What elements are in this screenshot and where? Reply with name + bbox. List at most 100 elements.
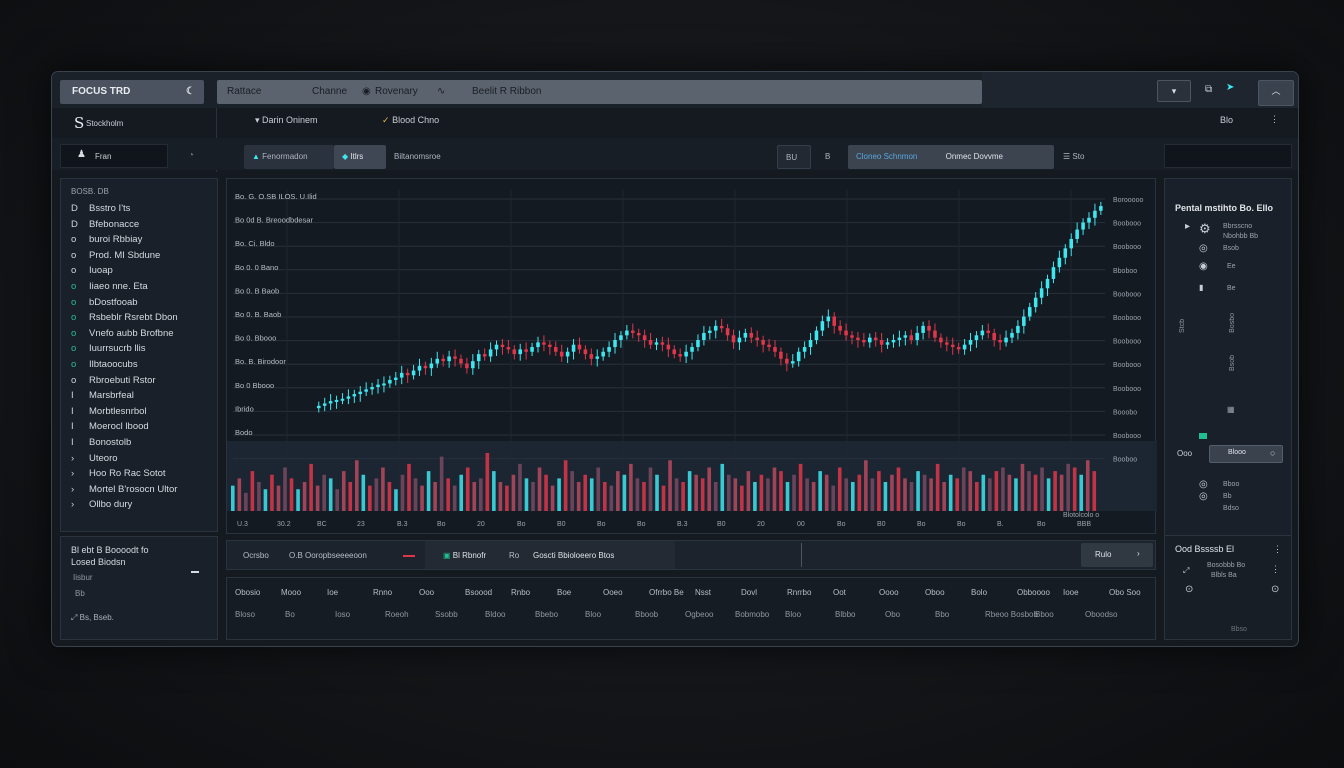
sidebar-item[interactable]: o Iuoap: [71, 265, 113, 276]
dropdown-button[interactable]: ▾: [1157, 80, 1191, 102]
nav-item-rovenary[interactable]: Rovenary: [375, 80, 418, 104]
table-header-cell[interactable]: Iooe: [1063, 588, 1079, 597]
sub-menu-1[interactable]: ▾ Darin Oninem: [255, 115, 318, 126]
table-header-cell[interactable]: Obo Soo: [1109, 588, 1141, 597]
sidebar-item[interactable]: I Marsbrfeal: [71, 390, 134, 401]
app-logo[interactable]: FOCUS TRD ☾: [60, 80, 204, 104]
candle-body: [642, 335, 647, 340]
table-header-cell[interactable]: Ooo: [419, 588, 434, 597]
sidebar-item[interactable]: I Morbtlesnrbol: [71, 406, 147, 417]
tab-onmec[interactable]: Onmec Dovvme: [946, 152, 1003, 161]
volume-bar: [857, 474, 862, 511]
tab-cloneo[interactable]: Cloneo Schnmon: [856, 152, 917, 161]
table-header-cell[interactable]: Oot: [833, 588, 846, 597]
sidebar-item[interactable]: › Mortel B'rosocn Ultor: [71, 484, 177, 495]
candle-body: [879, 340, 884, 345]
candlestick-chart[interactable]: Borooooo Boobooo Boobooo Bboboo Boobooo Boobo…: [227, 179, 1157, 535]
slider-knob[interactable]: ○: [1270, 448, 1275, 458]
table-header-cell[interactable]: Mooo: [281, 588, 301, 597]
table-header-cell[interactable]: Rnrrbo: [787, 588, 811, 597]
moon-icon[interactable]: ☾: [186, 80, 195, 104]
right-circle-icon-1[interactable]: ⊙: [1185, 584, 1193, 595]
tab-sto[interactable]: ☰ Sto: [1055, 145, 1163, 169]
sidebar-item[interactable]: o Ilbtaoocubs: [71, 359, 138, 370]
table-cell: Ssobb: [435, 610, 458, 619]
sidebar-item[interactable]: I Bonostolb: [71, 437, 131, 448]
refresh-icon[interactable]: ◔: [188, 150, 194, 161]
mini-button-1[interactable]: BU: [777, 145, 811, 169]
volume-bar: [583, 474, 588, 511]
right-more-icon-2[interactable]: ⋮: [1271, 564, 1280, 575]
copy-icon[interactable]: ⧉: [1205, 84, 1212, 95]
right-more-icon[interactable]: ⋮: [1273, 544, 1282, 555]
right-circle-icon-2[interactable]: ⊙: [1271, 584, 1279, 595]
send-icon[interactable]: ➤: [1226, 82, 1246, 96]
sidebar-item[interactable]: o Prod. MI Sbdune: [71, 250, 160, 261]
sidebar-item[interactable]: o Rsbeblr Rsrebt Dbon: [71, 312, 178, 323]
sidebar-item[interactable]: D Bsstro I'ts: [71, 203, 130, 214]
sidebar-item[interactable]: I Moerocl lbood: [71, 421, 149, 432]
table-header-cell[interactable]: Nsst: [695, 588, 711, 597]
brand-mark: S: [74, 114, 85, 132]
bottom-tab-1[interactable]: Ocrsbo: [243, 551, 269, 560]
toolbar-right-box[interactable]: [1164, 144, 1292, 168]
sidebar-item[interactable]: › Ollbo dury: [71, 499, 132, 510]
right-list-2: Bb: [1223, 493, 1232, 500]
table-header-cell[interactable]: Ooeo: [603, 588, 623, 597]
minus-icon[interactable]: [191, 571, 199, 573]
volume-bar: [400, 474, 405, 511]
sidebar-item[interactable]: o buroi Rbbiay: [71, 234, 142, 245]
table-header-cell[interactable]: Ofrrbo Be: [649, 588, 684, 597]
sidebar-item[interactable]: o bDostfooab: [71, 297, 138, 308]
slider[interactable]: Blooo ○: [1209, 445, 1283, 463]
table-header-cell[interactable]: Rnbo: [511, 588, 530, 597]
table-header-cell[interactable]: Oboo: [925, 588, 945, 597]
nav-item-channe[interactable]: Channe: [312, 80, 347, 104]
table-cell: Bo: [285, 610, 295, 619]
table-header-cell[interactable]: Ioe: [327, 588, 338, 597]
account-box[interactable]: ♟ Fran: [60, 144, 168, 168]
chart-panel[interactable]: Borooooo Boobooo Boobooo Bboboo Boobooo Boobo…: [226, 178, 1157, 535]
sidebar-item[interactable]: o Iuurrsucrb llis: [71, 343, 146, 354]
table-header-cell[interactable]: Obboooo: [1017, 588, 1050, 597]
sidebar-item[interactable]: o Iiaeo nne. Eta: [71, 281, 148, 292]
table-header-cell[interactable]: Dovl: [741, 588, 757, 597]
table-header-cell[interactable]: Bsoood: [465, 588, 492, 597]
candle-body: [506, 347, 511, 350]
settings-icon[interactable]: ⚙: [1199, 221, 1211, 237]
table-header-cell[interactable]: Obosio: [235, 588, 260, 597]
minus-red-icon[interactable]: [403, 555, 415, 557]
more-icon[interactable]: ⋮: [1270, 114, 1279, 125]
sidebar-item-icon: o: [71, 296, 77, 308]
mini-button-2[interactable]: B: [817, 145, 841, 169]
sidebar-item-label: Mortel B'rosocn Ultor: [89, 483, 178, 495]
sidebar-item[interactable]: D Bfebonacce: [71, 219, 139, 230]
sidebar-item[interactable]: o Vnefo aubb Brofbne: [71, 328, 174, 339]
candle-body: [394, 377, 398, 380]
x-tick-label: 20: [477, 521, 485, 528]
table-header-cell[interactable]: Rnno: [373, 588, 392, 597]
bottom-tab-2[interactable]: O.B Ooropbseeeeoon: [289, 551, 367, 560]
chip-biltanomsroe[interactable]: Biltanomsroe: [386, 145, 506, 169]
chip-itlrs[interactable]: ◆ Itlrs: [334, 145, 386, 169]
candle-body: [411, 370, 416, 376]
table-header-cell[interactable]: Bolo: [971, 588, 987, 597]
square-icon: ▣: [443, 551, 451, 560]
sidebar-item[interactable]: o Rbroebuti Rstor: [71, 375, 156, 386]
sidebar-item[interactable]: › Hoo Ro Rac Sotot: [71, 468, 166, 479]
caret-icon[interactable]: ▸: [1185, 221, 1190, 232]
sub-menu-2[interactable]: ✓ Blood Chno: [382, 115, 439, 126]
candle-body: [862, 340, 866, 343]
chip-fenormadon[interactable]: ▲ Fenormadon: [244, 145, 334, 169]
candle-body: [322, 403, 327, 406]
collapse-button[interactable]: ︿: [1258, 80, 1294, 106]
nav-item-rattace[interactable]: Rattace: [227, 80, 261, 104]
table-header-cell[interactable]: Boe: [557, 588, 571, 597]
sidebar-item[interactable]: › Uteoro: [71, 453, 118, 464]
bottom-tab-active[interactable]: ▣ Bl Rbnofr Ro Goscti Bbioloeero Btos: [425, 541, 675, 569]
next-button[interactable]: Rulo ›: [1081, 543, 1153, 567]
table-header-cell[interactable]: Oooo: [879, 588, 899, 597]
sub-right[interactable]: Blo: [1220, 115, 1233, 125]
volume-bar: [720, 463, 725, 511]
nav-item-beelit[interactable]: Beelit R Ribbon: [472, 80, 541, 104]
